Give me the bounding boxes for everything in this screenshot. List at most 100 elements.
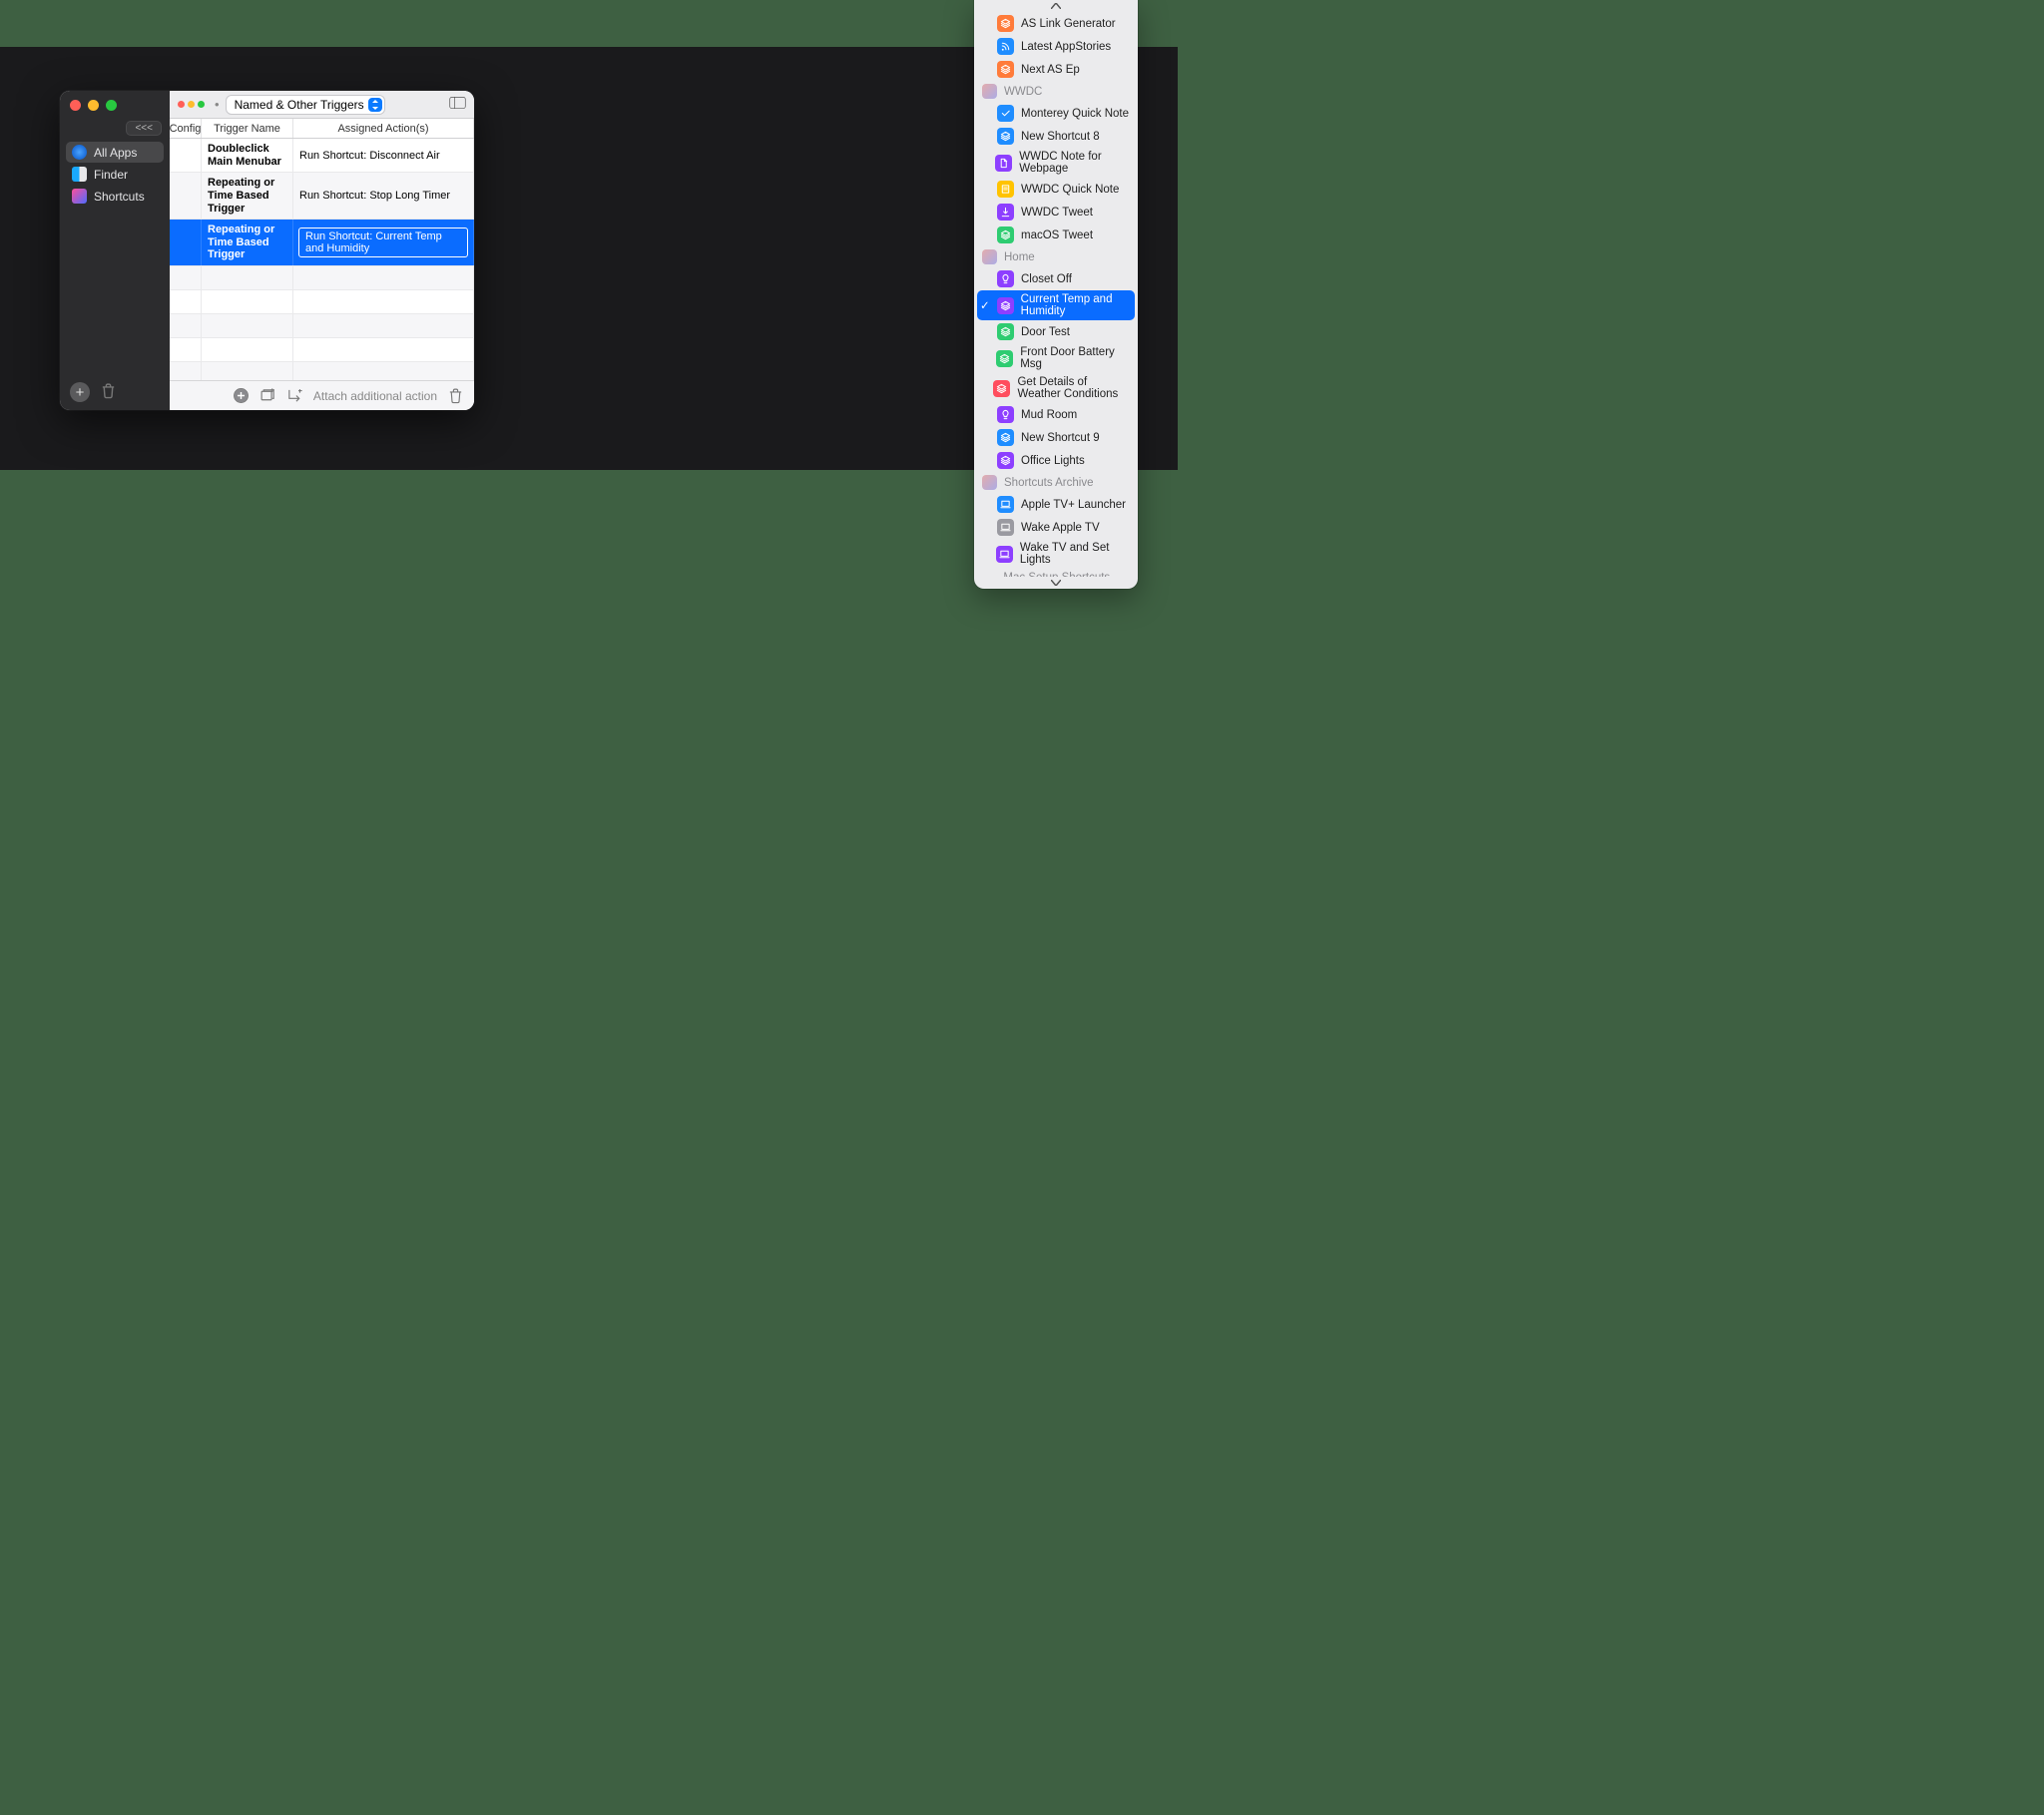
toolbar: • Named & Other Triggers [170,91,474,119]
table-row-empty[interactable] [170,266,474,290]
shortcuts-folder-icon [982,475,997,490]
shortcut-item[interactable]: Closet Off [977,267,1135,290]
col-config[interactable]: Config [170,119,202,138]
table-row-empty[interactable] [170,290,474,314]
group-header: Mac Setup Shortcuts WIP [977,569,1135,577]
chain-action-button[interactable] [286,387,303,404]
shortcut-item[interactable]: Wake Apple TV [977,516,1135,539]
shortcut-label: Door Test [1021,326,1070,338]
trigger-category-select[interactable]: Named & Other Triggers [226,95,385,115]
shortcut-icon [997,429,1014,446]
scroll-up-indicator[interactable] [974,0,1138,12]
shortcut-label: Monterey Quick Note [1021,108,1129,120]
shortcut-item[interactable]: Wake TV and Set Lights [977,539,1135,569]
cell-action[interactable]: Run Shortcut: Disconnect Air [293,139,474,172]
shortcut-icon [995,155,1012,172]
close-window-button[interactable] [70,100,81,111]
footer-toolbar: Attach additional action [170,380,474,410]
group-action-button[interactable] [259,387,276,404]
shortcut-item[interactable]: Next AS Ep [977,58,1135,81]
shortcut-icon [997,181,1014,198]
shortcut-item[interactable]: Door Test [977,320,1135,343]
cell-config[interactable] [170,173,202,219]
cell-trigger[interactable]: Repeating or Time Based Trigger [202,220,293,265]
sidebar-item-shortcuts[interactable]: Shortcuts [66,186,164,207]
shortcut-label: Office Lights [1021,455,1085,467]
shortcut-item[interactable]: Monterey Quick Note [977,102,1135,125]
shortcut-label: Closet Off [1021,273,1072,285]
shortcut-icon [997,406,1014,423]
back-button[interactable]: <<< [126,121,162,136]
delete-app-button[interactable] [100,382,117,402]
group-header: Home [977,246,1135,267]
shortcut-item[interactable]: Apple TV+ Launcher [977,493,1135,516]
window-controls [60,91,170,119]
shortcut-item[interactable]: ✓Current Temp and Humidity [977,290,1135,320]
shortcuts-popover: AS Link GeneratorLatest AppStories Next A… [974,0,1138,589]
shortcut-label: Next AS Ep [1021,64,1080,76]
shortcut-icon [993,380,1010,397]
finder-icon [72,167,87,182]
shortcut-item[interactable]: AS Link Generator [977,12,1135,35]
cell-config[interactable] [170,220,202,265]
sidebar-item-label: Finder [94,168,128,182]
shortcut-icon [996,350,1013,367]
shortcut-item[interactable]: Office Lights [977,449,1135,472]
table-row[interactable]: Doubleclick Main MenubarRun Shortcut: Di… [170,139,474,173]
shortcut-item[interactable]: WWDC Note for Webpage [977,148,1135,178]
shortcut-icon [997,105,1014,122]
table-row[interactable]: Repeating or Time Based TriggerRun Short… [170,173,474,220]
toggle-sidebar-button[interactable] [449,96,466,113]
table-row-empty[interactable] [170,362,474,380]
shortcuts-folder-icon [982,249,997,264]
add-app-button[interactable]: + [70,382,90,402]
shortcut-item[interactable]: New Shortcut 8 [977,125,1135,148]
shortcut-item[interactable]: macOS Tweet [977,224,1135,246]
shortcut-icon [997,496,1014,513]
cell-trigger[interactable]: Doubleclick Main Menubar [202,139,293,172]
shortcut-item[interactable]: Get Details of Weather Conditions [977,373,1135,403]
shortcut-item[interactable]: WWDC Quick Note [977,178,1135,201]
shortcut-item[interactable]: Latest AppStories [977,35,1135,58]
group-label: WWDC [1004,86,1042,98]
group-header: Shortcuts Archive [977,472,1135,493]
minimize-window-button[interactable] [88,100,99,111]
cell-action[interactable]: Run Shortcut: Current Temp and Humidity [293,220,474,265]
shortcut-label: New Shortcut 8 [1021,131,1100,143]
shortcuts-folder-icon [982,84,997,99]
trigger-category-label: Named & Other Triggers [235,98,364,112]
shortcut-icon [997,38,1014,55]
shortcut-icon [997,519,1014,536]
cell-trigger[interactable]: Repeating or Time Based Trigger [202,173,293,219]
shortcut-item[interactable]: New Shortcut 9 [977,426,1135,449]
shortcut-item[interactable]: Front Door Battery Msg [977,343,1135,373]
shortcut-icon [997,297,1014,314]
main-panel: • Named & Other Triggers Config Trigger … [170,91,474,410]
zoom-window-button[interactable] [106,100,117,111]
cell-action[interactable]: Run Shortcut: Stop Long Timer [293,173,474,219]
checkmark-icon: ✓ [980,298,990,312]
sidebar-item-all-apps[interactable]: All Apps [66,142,164,163]
shortcut-label: Apple TV+ Launcher [1021,499,1126,511]
shortcut-label: Mud Room [1021,409,1077,421]
table-row-empty[interactable] [170,314,474,338]
shortcut-item[interactable]: Mud Room [977,403,1135,426]
col-trigger[interactable]: Trigger Name [202,119,293,138]
col-action[interactable]: Assigned Action(s) [293,119,474,138]
shortcut-item[interactable]: WWDC Tweet [977,201,1135,224]
delete-action-button[interactable] [447,387,464,404]
globe-icon [72,145,87,160]
table-row-empty[interactable] [170,338,474,362]
dropdown-caret-icon [368,98,382,112]
preset-bullet: • [215,97,220,112]
shortcut-label: macOS Tweet [1021,229,1093,241]
scroll-down-indicator[interactable] [974,577,1138,589]
add-action-button[interactable] [233,387,250,404]
shortcut-label: WWDC Quick Note [1021,184,1119,196]
sidebar-item-finder[interactable]: Finder [66,164,164,185]
cell-config[interactable] [170,139,202,172]
table-row[interactable]: Repeating or Time Based TriggerRun Short… [170,220,474,266]
triggers-table: Config Trigger Name Assigned Action(s) D… [170,119,474,380]
shortcut-label: New Shortcut 9 [1021,432,1100,444]
group-header: WWDC [977,81,1135,102]
